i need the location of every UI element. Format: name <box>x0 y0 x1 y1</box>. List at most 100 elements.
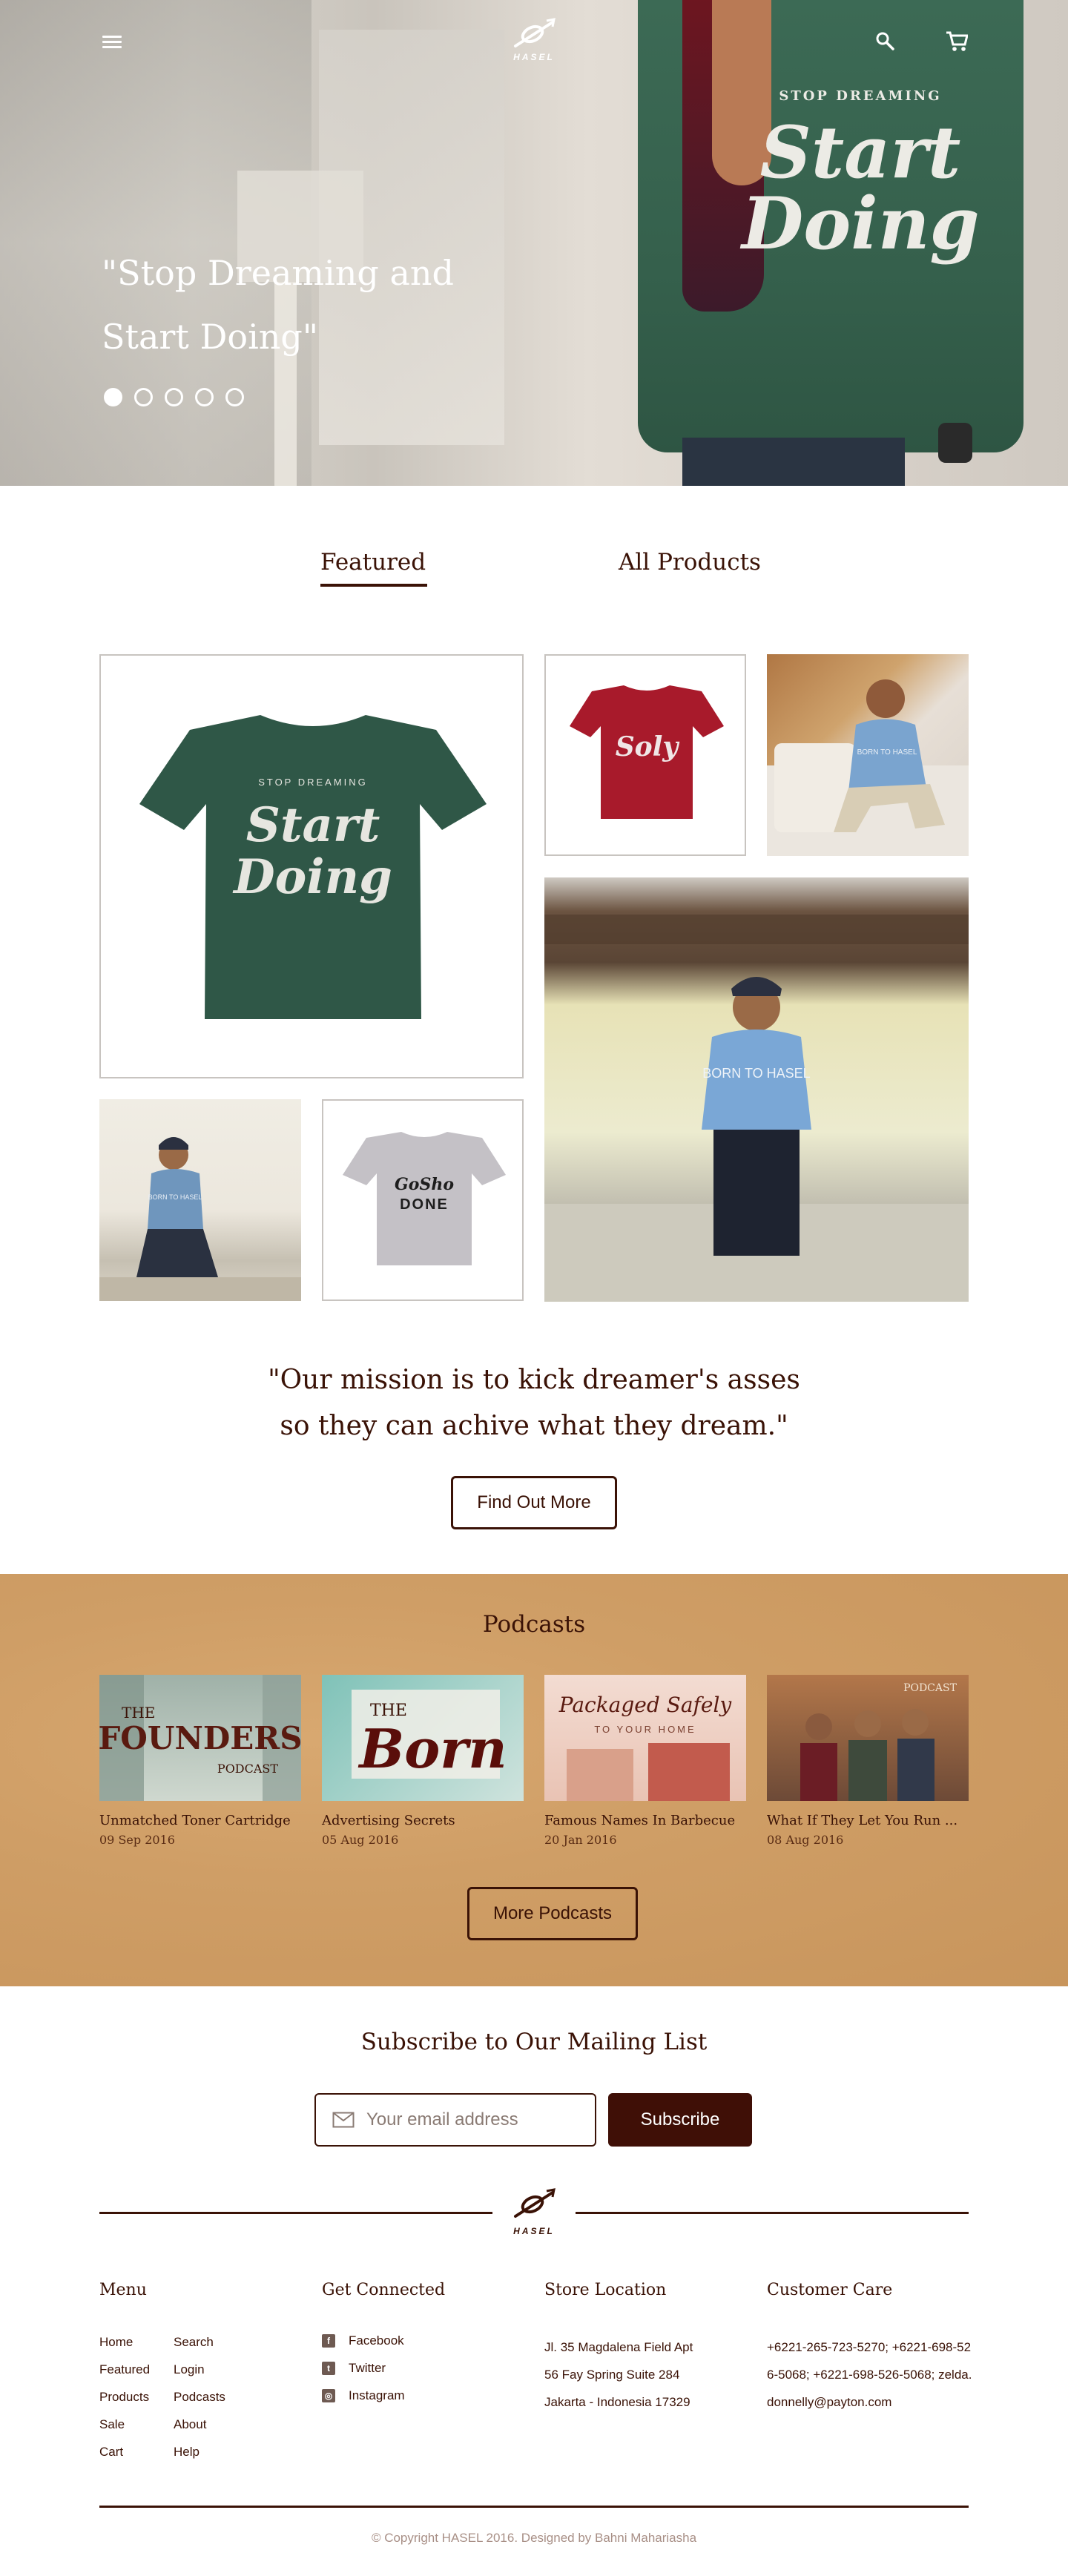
subscribe-title: Subscribe to Our Mailing List <box>360 2029 708 2055</box>
podcast-date: 20 Jan 2016 <box>544 1833 617 1847</box>
find-out-more-button[interactable]: Find Out More <box>451 1476 617 1529</box>
carousel-dot-4[interactable] <box>195 388 214 406</box>
footer-wordmark: HASEL <box>513 2226 555 2236</box>
footer-link-login[interactable]: Login <box>174 2362 205 2377</box>
sitting-shirt-print: BORN TO HASEL <box>148 1193 202 1201</box>
footer-link-podcasts[interactable]: Podcasts <box>174 2390 225 2405</box>
tab-featured[interactable]: Featured <box>320 549 426 576</box>
store-address: Jl. 35 Magdalena Field Apt 56 Fay Spring… <box>544 2333 737 2416</box>
copyright-text: © Copyright HASEL 2016. Designed by Bahn… <box>371 2531 697 2545</box>
podcasts-section: Podcasts THE FOUNDERS PODCAST Unmatched … <box>0 1574 1068 1986</box>
hamburger-menu-icon[interactable] <box>102 36 122 50</box>
top-navbar: HASEL <box>0 0 1068 82</box>
product-tile-green-tee[interactable]: STOP DREAMING Start Doing <box>99 654 524 1078</box>
sofa-shirt-print: BORN TO HASEL <box>857 748 917 757</box>
svg-text:FOUNDERS: FOUNDERS <box>99 1720 301 1756</box>
svg-text:PODCAST: PODCAST <box>217 1762 278 1776</box>
hero-model-jeans <box>682 438 905 486</box>
svg-text:PODCAST: PODCAST <box>903 1682 957 1694</box>
address-line1: Jl. 35 Magdalena Field Apt <box>544 2340 693 2354</box>
podcast-thumbnail-packaged: Packaged Safely TO YOUR HOME <box>544 1675 746 1801</box>
hero-quote-line2: Start Doing" <box>102 317 319 357</box>
product-tile-model-photo[interactable]: BORN TO HASEL <box>544 877 969 1302</box>
product-tile-red-tee[interactable]: Soly <box>544 654 746 856</box>
podcast-title: Unmatched Toner Cartridge <box>99 1813 291 1828</box>
podcast-card[interactable]: Packaged Safely TO YOUR HOME Famous Name… <box>544 1675 746 1847</box>
podcast-date: 09 Sep 2016 <box>99 1833 175 1847</box>
model-photo-image: BORN TO HASEL <box>544 915 969 1302</box>
cart-icon[interactable] <box>946 31 969 52</box>
carousel-dot-2[interactable] <box>134 388 153 406</box>
carousel-dot-3[interactable] <box>165 388 183 406</box>
facebook-icon: f <box>322 2334 335 2348</box>
grey-tee-image: GoSho DONE <box>343 1132 506 1265</box>
footer-logo[interactable]: HASEL <box>504 2187 564 2239</box>
customer-care-contacts: +6221-265-723-5270; +6221-698-526-5068; … <box>767 2340 972 2409</box>
footer-link-sale[interactable]: Sale <box>99 2417 125 2432</box>
green-tee-print-top: STOP DREAMING <box>258 777 368 788</box>
carousel-dot-5[interactable] <box>225 388 244 406</box>
footer-link-home[interactable]: Home <box>99 2335 133 2350</box>
footer-link-cart[interactable]: Cart <box>99 2445 123 2460</box>
product-tile-sofa-photo[interactable]: BORN TO HASEL <box>767 654 969 856</box>
facebook-label: Facebook <box>349 2333 404 2348</box>
podcasts-heading: Podcasts <box>482 1611 586 1638</box>
green-tee-image: STOP DREAMING Start Doing <box>139 715 487 1019</box>
svg-text:Born: Born <box>357 1717 507 1780</box>
email-input[interactable] <box>366 2109 589 2130</box>
instagram-icon: ◎ <box>322 2389 335 2402</box>
footer-logo-icon <box>514 2188 556 2218</box>
model-shirt-print: BORN TO HASEL <box>702 1066 810 1081</box>
footer-connect-title: Get Connected <box>322 2281 446 2299</box>
podcast-title: Famous Names In Barbecue <box>544 1813 736 1828</box>
search-icon[interactable] <box>875 31 894 50</box>
subscribe-button[interactable]: Subscribe <box>608 2093 752 2147</box>
footer-link-about[interactable]: About <box>174 2417 206 2432</box>
footer-link-search[interactable]: Search <box>174 2335 214 2350</box>
podcast-thumbnail-hosts: PODCAST <box>767 1675 969 1801</box>
sofa-photo-image: BORN TO HASEL <box>767 679 969 856</box>
hero-shirt-print-top: STOP DREAMING <box>779 88 942 104</box>
podcast-card[interactable]: THE FOUNDERS PODCAST Unmatched Toner Car… <box>99 1675 301 1847</box>
footer-divider-right <box>576 2212 969 2214</box>
podcast-card[interactable]: PODCAST What If They Let You Run ... 08 … <box>767 1675 969 1847</box>
svg-text:THE: THE <box>122 1704 155 1722</box>
footer-link-twitter[interactable]: t Twitter <box>322 2361 386 2376</box>
svg-text:Packaged Safely: Packaged Safely <box>558 1693 733 1717</box>
svg-text:TO YOUR HOME: TO YOUR HOME <box>594 1724 696 1735</box>
envelope-icon <box>332 2112 355 2128</box>
grey-tee-print-line2: DONE <box>400 1196 449 1213</box>
tab-all-products[interactable]: All Products <box>619 549 761 576</box>
brand-logo[interactable]: HASEL <box>504 16 564 68</box>
footer-menu-title: Menu <box>99 2281 147 2299</box>
carousel-dots <box>104 388 244 406</box>
green-tee-print-line2: Doing <box>232 849 392 905</box>
podcast-title: What If They Let You Run ... <box>767 1813 958 1828</box>
mission-line1: "Our mission is to kick dreamer's asses <box>268 1365 800 1395</box>
footer-link-instagram[interactable]: ◎ Instagram <box>322 2388 405 2403</box>
podcast-thumbnail-born: THE Born <box>322 1675 524 1801</box>
hero-quote-line1: "Stop Dreaming and <box>102 253 454 293</box>
address-line3: Jakarta - Indonesia 17329 <box>544 2395 690 2409</box>
sitting-photo-image: BORN TO HASEL <box>99 1137 301 1301</box>
footer-link-help[interactable]: Help <box>174 2445 200 2460</box>
footer-link-featured[interactable]: Featured <box>99 2362 150 2377</box>
address-line2: 56 Fay Spring Suite 284 <box>544 2368 680 2382</box>
red-tee-print: Soly <box>616 731 680 762</box>
footer-link-facebook[interactable]: f Facebook <box>322 2333 404 2348</box>
twitter-icon: t <box>322 2362 335 2375</box>
email-field[interactable] <box>314 2093 596 2147</box>
footer-link-products[interactable]: Products <box>99 2390 149 2405</box>
product-tile-grey-tee[interactable]: GoSho DONE <box>322 1099 524 1301</box>
product-tile-sitting-photo[interactable]: BORN TO HASEL <box>99 1099 301 1301</box>
more-podcasts-button[interactable]: More Podcasts <box>467 1887 638 1940</box>
carousel-dot-1[interactable] <box>104 388 122 406</box>
tab-featured-underline <box>320 584 427 587</box>
mission-line2: so they can achive what they dream." <box>280 1411 788 1441</box>
podcast-card[interactable]: THE Born Advertising Secrets 05 Aug 2016 <box>322 1675 524 1847</box>
mission-statement: "Our mission is to kick dreamer's asses … <box>0 1357 1068 1449</box>
twitter-label: Twitter <box>349 2361 386 2375</box>
hero-shirt-print-line2: Doing <box>742 182 980 266</box>
podcast-date: 08 Aug 2016 <box>767 1833 844 1847</box>
footer-care-title: Customer Care <box>767 2281 893 2299</box>
